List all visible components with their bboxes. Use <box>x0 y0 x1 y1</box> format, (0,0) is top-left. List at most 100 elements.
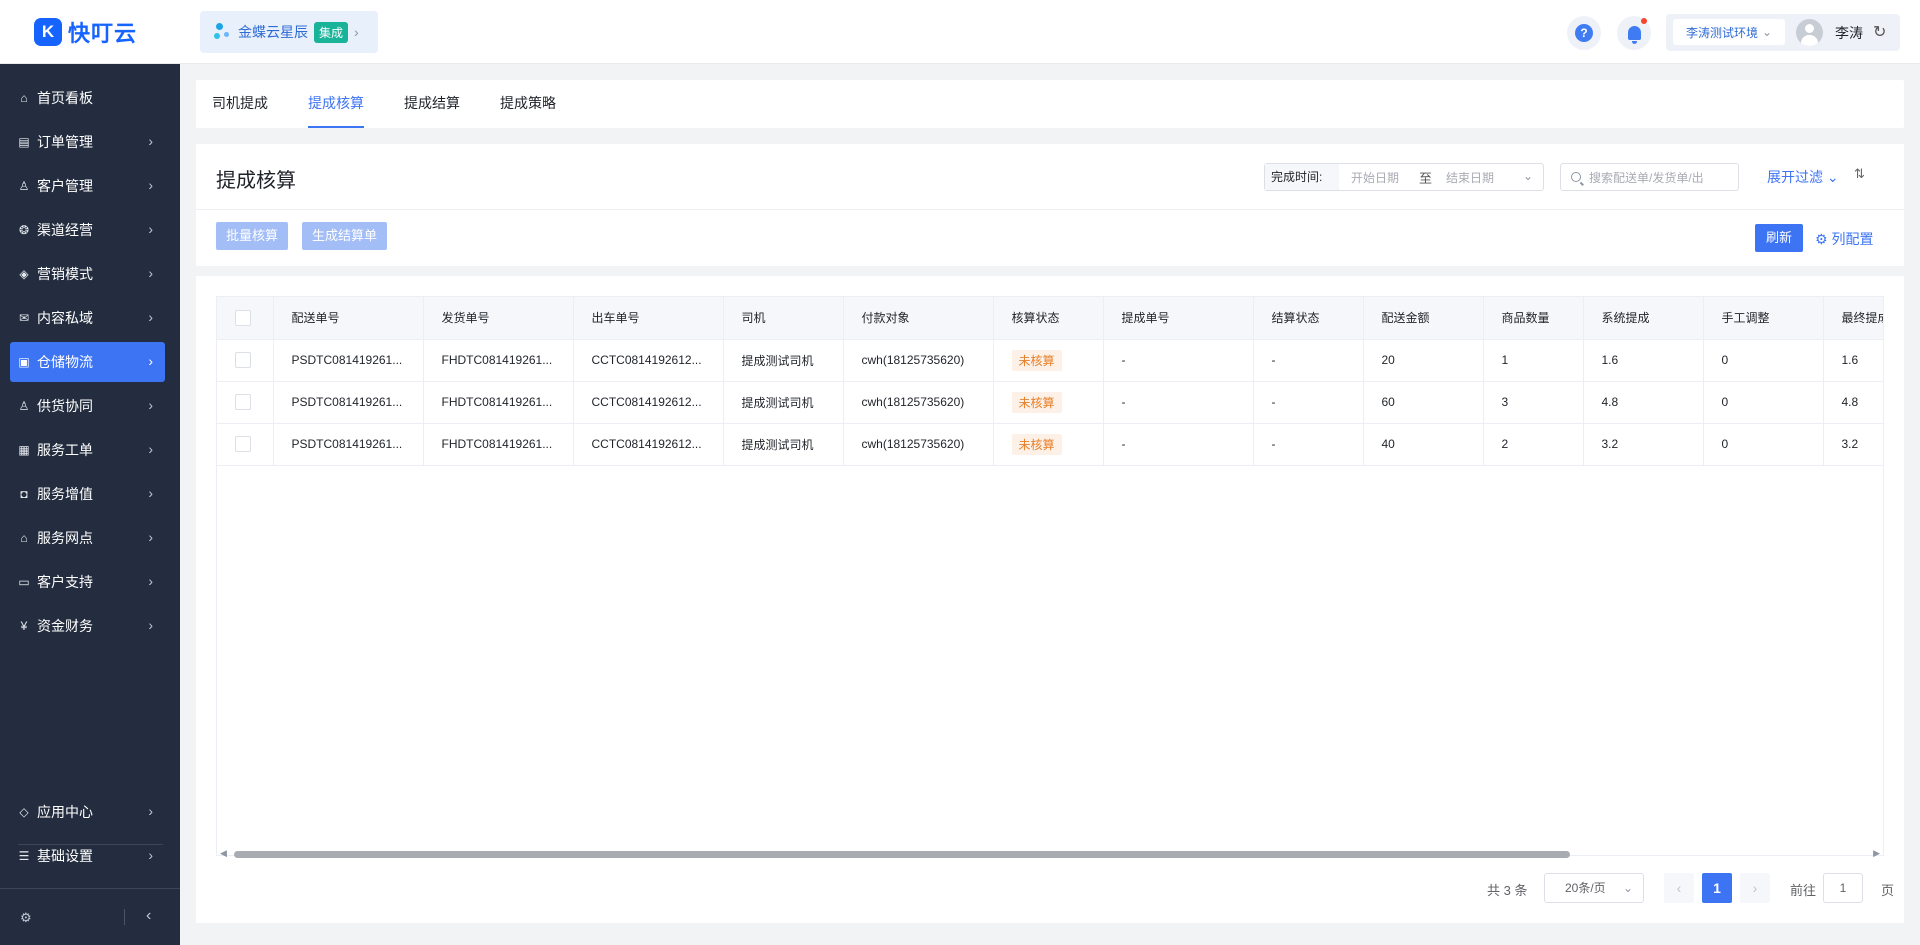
table-cell: - <box>1103 339 1254 382</box>
sidebar-item-value-added[interactable]: ◘ 服务增值 › <box>10 474 165 514</box>
sidebar-item-warehouse[interactable]: ▣ 仓储物流 › <box>10 342 165 382</box>
sidebar-item-orders[interactable]: ▤ 订单管理 › <box>10 122 165 162</box>
column-header: 最终提成 <box>1823 297 1883 340</box>
column-header: 商品数量 <box>1483 297 1584 340</box>
sidebar-item-service-points[interactable]: ⌂ 服务网点 › <box>10 518 165 558</box>
table-cell: PSDTC081419261... <box>273 423 424 466</box>
filter-divider <box>196 209 1904 210</box>
expand-filter-button[interactable]: 展开过滤 ⌄ <box>1767 167 1839 187</box>
column-config-button[interactable]: ⚙ 列配置 <box>1815 229 1873 249</box>
sidebar-footer-separator <box>124 909 125 925</box>
gear-icon[interactable]: ⚙ <box>20 910 32 926</box>
chevron-right-icon: › <box>148 617 153 633</box>
generate-settlement-button[interactable]: 生成结算单 <box>302 222 388 250</box>
collapse-sidebar-icon[interactable]: ‹ <box>146 907 151 925</box>
refresh-button[interactable]: 刷新 <box>1755 224 1803 252</box>
sidebar: ⌂ 首页看板 ▤ 订单管理 › ♙ 客户管理 › ❂ 渠道经营 › ◈ 营销模式… <box>0 64 180 945</box>
row-select-cell <box>217 423 274 466</box>
sidebar-item-content[interactable]: ✉ 内容私域 › <box>10 298 165 338</box>
select-all-checkbox[interactable] <box>235 309 251 326</box>
sidebar-item-service-tickets[interactable]: ▦ 服务工单 › <box>10 430 165 470</box>
table-row[interactable]: PSDTC081419261... FHDTC081419261... CCTC… <box>217 339 1883 382</box>
scroll-left-icon[interactable]: ◀ <box>220 848 227 859</box>
notification-button[interactable] <box>1617 16 1651 50</box>
sidebar-item-marketing[interactable]: ◈ 营销模式 › <box>10 254 165 294</box>
status-badge: 未核算 <box>1011 433 1062 455</box>
help-button[interactable]: ? <box>1567 16 1601 50</box>
start-date-placeholder[interactable]: 开始日期 <box>1351 169 1399 186</box>
table-row[interactable]: PSDTC081419261... FHDTC081419261... CCTC… <box>217 381 1883 424</box>
table-row[interactable]: PSDTC081419261... FHDTC081419261... CCTC… <box>217 423 1883 466</box>
next-page-button[interactable]: › <box>1740 873 1770 903</box>
sidebar-item-label: 客户支持 <box>37 574 93 590</box>
table-cell: cwh(18125735620) <box>843 339 994 382</box>
top-header: K 快叮云 金蝶云星辰 集成 › ? 李涛测试环境 ⌄ 李涛 ↻ <box>0 0 1920 64</box>
cube-icon: ◇ <box>19 805 29 819</box>
app-tag: 集成 <box>314 21 349 43</box>
table-cell: - <box>1253 339 1364 382</box>
sidebar-item-label: 订单管理 <box>37 134 93 150</box>
goto-page-input[interactable]: 1 <box>1823 873 1863 903</box>
sidebar-item-label: 首页看板 <box>37 90 93 106</box>
avatar[interactable] <box>1796 19 1823 46</box>
sort-icon[interactable]: ⇅ <box>1854 166 1865 182</box>
row-checkbox[interactable] <box>235 394 251 410</box>
sidebar-item-supply[interactable]: ♙ 供货协同 › <box>10 386 165 426</box>
data-table: 配送单号 发货单号 出车单号 司机 付款对象 核算状态 提成单号 结算状态 配送… <box>216 296 1884 856</box>
tab-commission-settlement[interactable]: 提成结算 <box>404 80 460 128</box>
sidebar-item-label: 客户管理 <box>37 178 93 194</box>
end-date-placeholder[interactable]: 结束日期 <box>1446 169 1494 186</box>
table-cell: PSDTC081419261... <box>273 339 424 382</box>
scroll-right-icon[interactable]: ▶ <box>1873 848 1880 859</box>
sidebar-item-dashboard[interactable]: ⌂ 首页看板 <box>10 78 165 118</box>
sidebar-item-settings[interactable]: ☰ 基础设置 › <box>10 836 165 876</box>
logo[interactable]: K 快叮云 <box>34 16 137 48</box>
column-header: 手工调整 <box>1703 297 1824 340</box>
sidebar-item-app-center[interactable]: ◇ 应用中心 › <box>10 792 165 832</box>
date-range-label: 完成时间: <box>1265 164 1339 190</box>
batch-accounting-button[interactable]: 批量核算 <box>216 222 289 250</box>
scrollbar-thumb[interactable] <box>234 851 1570 858</box>
tab-commission-accounting[interactable]: 提成核算 <box>308 80 364 128</box>
tab-commission-strategy[interactable]: 提成策略 <box>500 80 556 128</box>
table-cell: CCTC0814192612... <box>573 381 724 424</box>
table-cell: - <box>1103 381 1254 424</box>
horizontal-scrollbar[interactable]: ◀ ▶ <box>216 846 1884 862</box>
chevron-right-icon: › <box>148 441 153 457</box>
select-all-cell <box>217 297 274 340</box>
column-header: 配送单号 <box>273 297 424 340</box>
row-checkbox[interactable] <box>235 436 251 452</box>
sidebar-item-label: 内容私域 <box>37 310 93 326</box>
status-cell: 未核算 <box>993 339 1104 382</box>
row-checkbox[interactable] <box>235 352 251 368</box>
store-icon: ⌂ <box>20 531 28 545</box>
sidebar-item-channels[interactable]: ❂ 渠道经营 › <box>10 210 165 250</box>
prev-page-button[interactable]: ‹ <box>1664 873 1694 903</box>
date-range-picker[interactable]: 完成时间: 开始日期 至 结束日期 ⌄ <box>1264 163 1544 191</box>
expand-filter-label: 展开过滤 <box>1767 169 1823 185</box>
search-input[interactable]: 搜索配送单/发货单/出 <box>1560 163 1739 191</box>
table-cell: - <box>1253 381 1364 424</box>
sidebar-item-customers[interactable]: ♙ 客户管理 › <box>10 166 165 206</box>
table-cell: 提成测试司机 <box>723 339 844 382</box>
app-dots-icon <box>214 23 232 41</box>
user-name[interactable]: 李涛 <box>1835 23 1863 43</box>
table-cell: cwh(18125735620) <box>843 423 994 466</box>
page-number-button[interactable]: 1 <box>1702 873 1732 903</box>
column-header: 付款对象 <box>843 297 994 340</box>
tab-driver-commission[interactable]: 司机提成 <box>212 80 268 128</box>
environment-select[interactable]: 李涛测试环境 ⌄ <box>1673 19 1785 45</box>
supply-icon: ♙ <box>18 399 30 413</box>
sidebar-item-support[interactable]: ▭ 客户支持 › <box>10 562 165 602</box>
environment-label: 李涛测试环境 <box>1685 25 1758 40</box>
sidebar-item-finance[interactable]: ¥ 资金财务 › <box>10 606 165 646</box>
app-switcher[interactable]: 金蝶云星辰 集成 › <box>200 11 378 53</box>
sidebar-item-label: 服务网点 <box>37 530 93 546</box>
reload-icon[interactable]: ↻ <box>1873 22 1886 42</box>
table-cell: 60 <box>1363 381 1484 424</box>
chevron-right-icon: › <box>148 353 153 369</box>
table-cell: 1 <box>1483 339 1584 382</box>
page-size-select[interactable]: 20条/页 ⌄ <box>1544 873 1644 903</box>
table-cell: 提成测试司机 <box>723 423 844 466</box>
table-cell: CCTC0814192612... <box>573 339 724 382</box>
